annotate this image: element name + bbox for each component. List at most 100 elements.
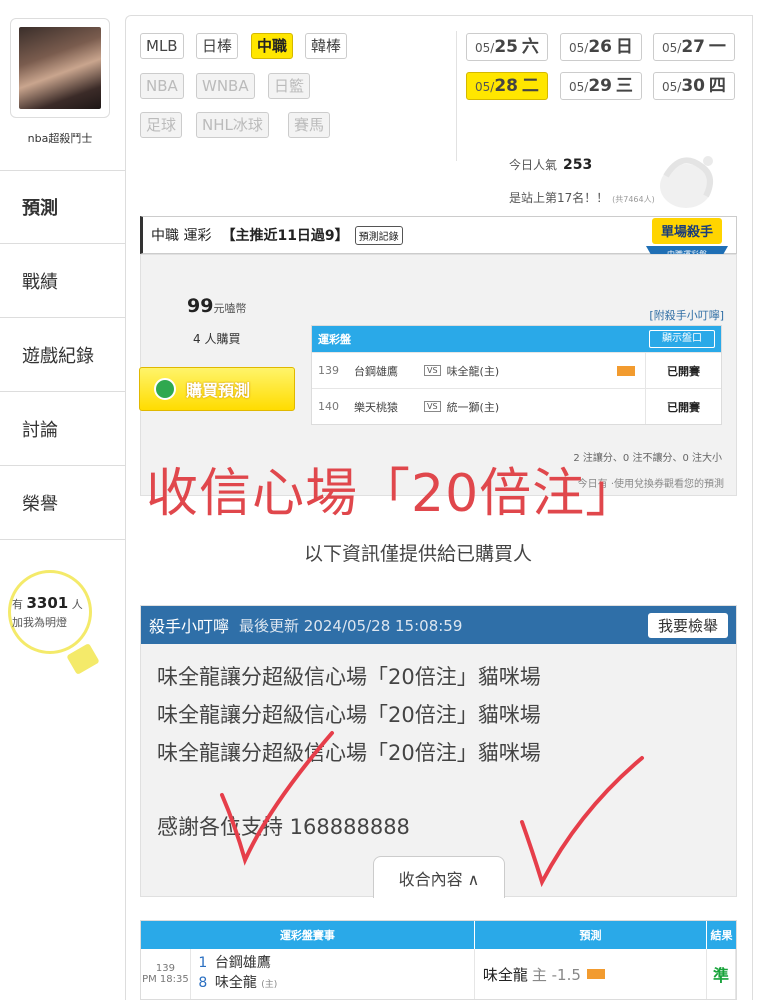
date-md: 05/ <box>475 80 495 94</box>
side-nav-game-log[interactable]: 遊戲紀錄 <box>0 318 125 392</box>
rank-total: (共7464人) <box>612 195 655 204</box>
date-day: 26 <box>588 37 612 57</box>
date-md: 05/ <box>475 41 495 55</box>
date-0525[interactable]: 05/25 六 <box>466 33 548 61</box>
price: 99元嗑幣 <box>187 295 246 317</box>
date-0528[interactable]: 05/28 二 <box>466 72 548 100</box>
popularity-value: 253 <box>563 157 593 173</box>
vs-icon: VS <box>424 401 441 412</box>
pick-tag-icon <box>617 365 635 376</box>
avatar-frame[interactable] <box>10 18 110 118</box>
sport-tab-bleague[interactable]: 日籃 <box>268 73 311 99</box>
collapse-button[interactable]: 收合內容 ∧ <box>373 856 505 898</box>
game-start: PM 18:35 <box>142 974 189 985</box>
buyer-count: 4 人購買 <box>193 332 241 346</box>
game-time: 139 PM 18:35 <box>141 949 191 999</box>
pick-tag-icon <box>586 969 605 979</box>
username[interactable]: nba超殺鬥士 <box>0 130 120 146</box>
avatar[interactable] <box>19 27 101 109</box>
date-0526[interactable]: 05/26 日 <box>560 33 642 61</box>
sport-tab-kbo[interactable]: 韓棒 <box>305 33 348 59</box>
away-team: 台鋼雄鷹 <box>354 364 398 378</box>
date-weekday: 四 <box>708 76 726 96</box>
side-nav-record[interactable]: 戰績 <box>0 244 125 318</box>
divider <box>456 31 457 161</box>
away-line: 1 台鋼雄鷹 <box>191 953 271 973</box>
prediction-title: 【主推近11日過9】 <box>221 228 349 244</box>
home-no: 8 <box>198 975 208 991</box>
date-weekday: 一 <box>708 37 726 57</box>
fan-unit: 人 <box>71 598 83 611</box>
pick-detail: 主 -1.5 <box>531 965 581 984</box>
home-team: 統一獅(主) <box>446 400 500 414</box>
sport-tab-mlb[interactable]: MLB <box>140 33 184 59</box>
vs-icon: VS <box>424 365 441 376</box>
table-row: 139 台鋼雄鷹 VS 味全龍(主) 已開賽 <box>312 352 721 388</box>
sport-tab-npb[interactable]: 日棒 <box>196 33 239 59</box>
teams: 1 台鋼雄鷹 8 味全龍 (主) <box>191 949 475 999</box>
buy-prediction-button[interactable]: 購買預測 <box>139 367 295 411</box>
tip-line: 味全龍讓分超級信心場「20倍注」貓咪場 <box>157 665 541 689</box>
table-row: 140 樂天桃猿 VS 統一獅(主) 已開賽 <box>312 388 721 424</box>
side-nav-discussion[interactable]: 討論 <box>0 392 125 466</box>
price-value: 99 <box>187 295 214 317</box>
side-nav-honors[interactable]: 榮譽 <box>0 466 125 540</box>
date-md: 05/ <box>569 41 589 55</box>
results-table: 運彩盤賽事 預測 結果 139 PM 18:35 1 台鋼雄鷹 8 味全龍 (主) … <box>140 920 737 1000</box>
away-team: 樂天桃猿 <box>354 400 398 414</box>
sport-tab-nba[interactable]: NBA <box>140 73 184 99</box>
side-nav: 預測 戰績 遊戲紀錄 討論 榮譽 <box>0 170 125 540</box>
game-no: 140 <box>318 400 339 413</box>
popularity-label: 今日人氣 <box>509 158 558 172</box>
results-head-result: 結果 <box>710 929 733 942</box>
rank-line: 是站上第17名！！ (共7464人) <box>509 189 655 206</box>
tip-line: 味全龍讓分超級信心場「20倍注」貓咪場 <box>157 741 541 765</box>
sport-tab-cpbl[interactable]: 中職 <box>251 33 294 59</box>
game-status: 已開賽 <box>645 353 721 388</box>
away-no: 1 <box>198 955 208 971</box>
tips-title: 殺手小叮嚀 <box>149 617 230 636</box>
prediction-record-button[interactable]: 預測記錄 <box>354 225 403 245</box>
date-md: 05/ <box>662 80 682 94</box>
tips-header: 殺手小叮嚀 最後更新 2024/05/28 15:08:59 我要檢舉 <box>141 606 736 644</box>
date-0529[interactable]: 05/29 三 <box>560 72 642 100</box>
report-button[interactable]: 我要檢舉 <box>647 612 728 638</box>
tip-link[interactable]: [附殺手小叮嚀] <box>649 307 724 323</box>
date-day: 28 <box>494 76 518 96</box>
date-md: 05/ <box>662 41 682 55</box>
fan-prefix: 有 <box>12 598 23 611</box>
side-nav-prediction[interactable]: 預測 <box>0 170 125 244</box>
tip-line: 味全龍讓分超級信心場「20倍注」貓咪場 <box>157 703 541 727</box>
main-panel: MLB 日棒 中職 韓棒 NBA WNBA 日籃 足球 NHL冰球 賽馬 05/… <box>125 15 753 1000</box>
badge-top-text: 單場殺手 <box>661 224 713 240</box>
date-0530[interactable]: 05/30 四 <box>653 72 735 100</box>
game-no: 139 <box>318 364 339 377</box>
home-team: 味全龍(主) <box>446 364 500 378</box>
follow-label[interactable]: 加我為明燈 <box>12 614 67 630</box>
sport-tab-horse[interactable]: 賽馬 <box>288 112 331 138</box>
sport-tab-nhl[interactable]: NHL冰球 <box>196 112 269 138</box>
follow-bulb[interactable]: 有 3301 人 加我為明燈 <box>8 570 100 676</box>
date-day: 27 <box>681 37 705 57</box>
game-status: 已開賽 <box>645 389 721 424</box>
date-0527[interactable]: 05/27 一 <box>653 33 735 61</box>
tips-content: 味全龍讓分超級信心場「20倍注」貓咪場 味全龍讓分超級信心場「20倍注」貓咪場 … <box>141 644 736 772</box>
results-header: 運彩盤賽事 預測 結果 <box>141 921 736 949</box>
sport-tab-wnba[interactable]: WNBA <box>196 73 255 99</box>
date-day: 29 <box>588 76 612 96</box>
table-row: 139 PM 18:35 1 台鋼雄鷹 8 味全龍 (主) 味全龍 主 -1.5 準 <box>141 949 736 999</box>
fan-count-value: 3301 <box>26 594 69 612</box>
popularity: 今日人氣 253 <box>509 156 592 173</box>
thanks-line: 感謝各位支持 168888888 <box>157 815 410 839</box>
sport-tab-soccer[interactable]: 足球 <box>140 112 183 138</box>
tips-updated: 最後更新 2024/05/28 15:08:59 <box>239 616 463 635</box>
date-weekday: 日 <box>615 37 633 57</box>
show-odds-button[interactable]: 顯示盤口 <box>649 330 715 348</box>
sidebar: nba超殺鬥士 預測 戰績 遊戲紀錄 討論 榮譽 有 3301 人 加我為明燈 <box>0 0 125 1000</box>
price-unit: 元嗑幣 <box>213 302 247 315</box>
home-mark: (主) <box>261 980 278 990</box>
overlay-text: 收信心場「20倍注」 <box>146 464 639 524</box>
away-team: 台鋼雄鷹 <box>214 955 271 971</box>
results-head-game: 運彩盤賽事 <box>141 921 475 949</box>
pick-team: 味全龍 <box>482 965 528 984</box>
